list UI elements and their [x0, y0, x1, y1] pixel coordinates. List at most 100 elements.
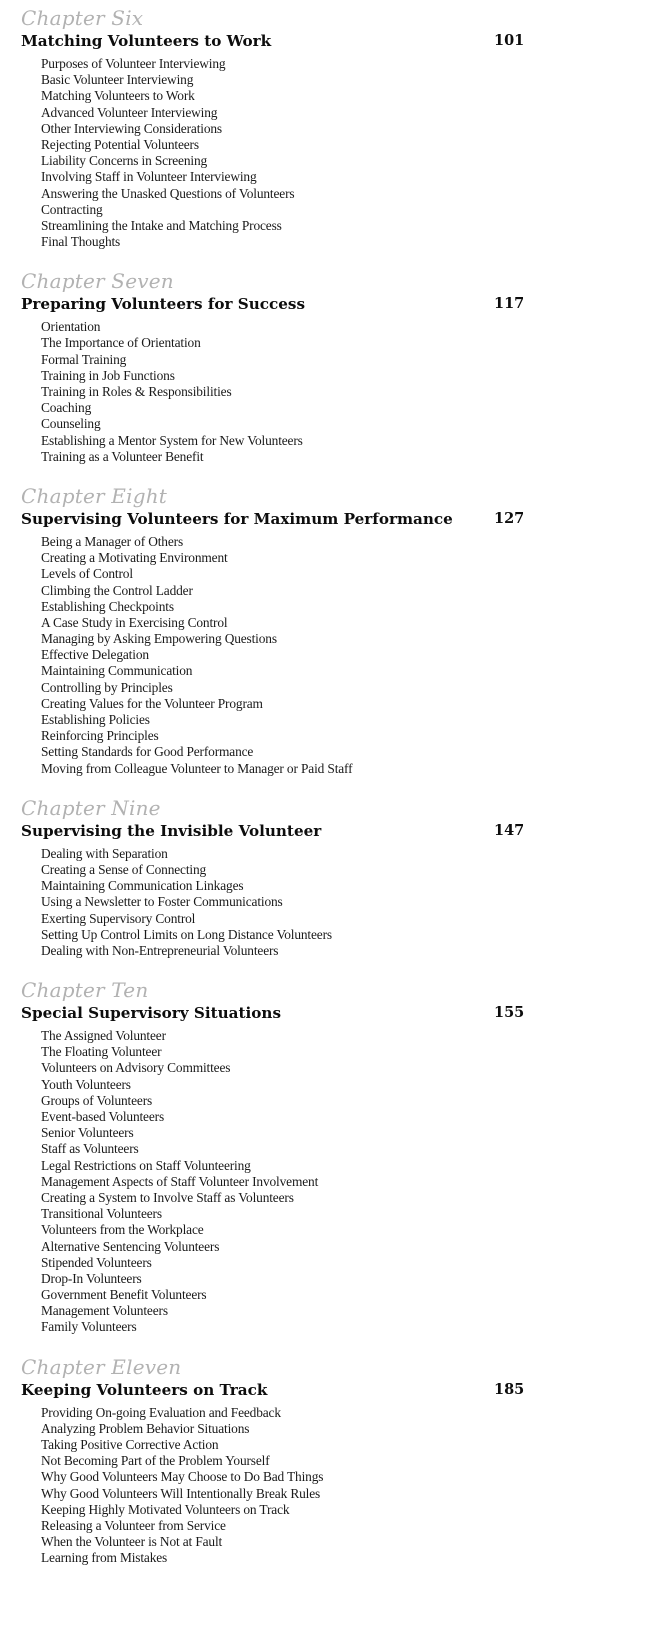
section-item: Maintaining Communication — [41, 663, 193, 679]
section-item: Formal Training — [41, 351, 127, 367]
section-item: Answering the Unasked Questions of Volun… — [41, 185, 295, 201]
section-item: Alternative Sentencing Volunteers — [41, 1238, 220, 1254]
section-list: Dealing with Separation Creating a Sense … — [21, 846, 541, 959]
section-item: Moving from Colleague Volunteer to Manag… — [41, 760, 353, 776]
section-item: Exerting Supervisory Control — [41, 910, 196, 926]
section-item: Dealing with Separation — [41, 845, 168, 861]
section-item: Controlling by Principles — [41, 679, 173, 695]
section-item: The Assigned Volunteer — [41, 1028, 166, 1044]
page-number: 117 — [494, 295, 525, 313]
section-item: Training in Roles & Responsibilities — [41, 384, 232, 399]
page-number: 155 — [494, 1004, 525, 1022]
section-item: Climbing the Control Ladder — [41, 582, 193, 598]
chapter-heading: Supervising the Invisible Volunteer 147 — [21, 820, 541, 846]
section-item: Basic Volunteer Interviewing — [41, 72, 194, 88]
section-item: Involving Staff in Volunteer Interviewin… — [41, 169, 257, 185]
chapter-label: Chapter Eleven — [21, 1354, 182, 1379]
page-number: 147 — [494, 821, 525, 839]
section-item: Managing by Asking Empowering Questions — [41, 631, 277, 647]
section-item: Management Volunteers — [41, 1303, 168, 1319]
section-item: Transitional Volunteers — [41, 1206, 162, 1222]
section-item: Establishing Policies — [41, 712, 150, 727]
section-item: Providing On-going Evaluation and Feedba… — [41, 1404, 281, 1420]
page-number: 101 — [494, 32, 525, 49]
chapter-entry-2: Chapter Seven Preparing Volunteers for S… — [21, 267, 541, 465]
chapter-label: Chapter Eight — [21, 483, 168, 508]
chapter-entry-6: Chapter Eleven Keeping Volunteers on Tra… — [21, 1353, 541, 1567]
chapter-title: Preparing Volunteers for Success — [21, 295, 306, 314]
page-number: 185 — [494, 1380, 525, 1398]
section-item: Creating a Motivating Environment — [41, 550, 228, 566]
section-list: Being a Manager of Others Creating a Moti… — [21, 534, 541, 777]
section-item: Setting Standards for Good Performance — [41, 744, 254, 760]
section-item: Advanced Volunteer Interviewing — [41, 104, 218, 120]
section-item: Volunteers on Advisory Committees — [41, 1060, 231, 1076]
chapter-title: Supervising the Invisible Volunteer — [21, 821, 322, 840]
section-item: Maintaining Communication Linkages — [41, 878, 244, 894]
section-item: Keeping Highly Motivated Volunteers on T… — [41, 1501, 290, 1517]
section-item: Groups of Volunteers — [41, 1092, 153, 1108]
section-item: Matching Volunteers to Work — [41, 88, 195, 104]
section-item: Contracting — [41, 201, 103, 217]
section-item: Learning from Mistakes — [41, 1550, 168, 1566]
section-item: The Floating Volunteer — [41, 1044, 162, 1060]
section-item: Why Good Volunteers Will Intentionally B… — [41, 1485, 321, 1501]
page-number: 127 — [494, 509, 525, 527]
section-item: Dealing with Non-Entrepreneurial Volunte… — [41, 942, 279, 958]
section-item: Taking Positive Corrective Action — [41, 1437, 219, 1452]
section-item: Rejecting Potential Volunteers — [41, 136, 199, 152]
section-item: Staff as Volunteers — [41, 1141, 139, 1157]
section-item: Not Becoming Part of the Problem Yoursel… — [41, 1453, 270, 1469]
section-item: Establishing a Mentor System for New Vol… — [41, 432, 303, 448]
section-item: Legal Restrictions on Staff Volunteering — [41, 1157, 251, 1173]
chapter-entry-4: Chapter Nine Supervising the Invisible V… — [21, 794, 541, 959]
section-item: Stipended Volunteers — [41, 1254, 152, 1270]
section-item: Family Volunteers — [41, 1319, 137, 1335]
section-item: Levels of Control — [41, 566, 133, 582]
section-item: Final Thoughts — [41, 234, 121, 250]
chapter-heading: Keeping Volunteers on Track 185 — [21, 1379, 541, 1405]
section-item: Releasing a Volunteer from Service — [41, 1517, 226, 1533]
section-item: Effective Delegation — [41, 647, 149, 663]
chapter-heading: Special Supervisory Situations 155 — [21, 1002, 541, 1028]
chapter-heading: Preparing Volunteers for Success 117 — [21, 293, 541, 319]
section-item: When the Volunteer is Not at Fault — [41, 1534, 223, 1550]
section-item: Why Good Volunteers May Choose to Do Bad… — [41, 1469, 324, 1485]
chapter-heading: Matching Volunteers to Work 101 — [21, 30, 541, 56]
section-item: Creating Values for the Volunteer Progra… — [41, 695, 263, 711]
section-item: Training in Job Functions — [41, 367, 175, 383]
section-item: Creating a System to Involve Staff as Vo… — [41, 1189, 294, 1205]
section-item: Using a Newsletter to Foster Communicati… — [41, 894, 283, 910]
chapter-title: Matching Volunteers to Work — [21, 32, 272, 50]
section-item: Other Interviewing Considerations — [41, 120, 222, 136]
section-item: The Importance of Orientation — [41, 335, 201, 351]
section-list: Orientation The Importance of Orientation… — [21, 319, 541, 465]
section-item: Training as a Volunteer Benefit — [41, 448, 204, 464]
chapter-entry-3: Chapter Eight Supervising Volunteers for… — [21, 482, 541, 777]
chapter-label: Chapter Nine — [21, 795, 161, 820]
section-list: Purposes of Volunteer Interviewing Basic … — [21, 56, 541, 250]
section-item: Government Benefit Volunteers — [41, 1287, 207, 1303]
section-item: Creating a Sense of Connecting — [41, 861, 207, 877]
section-item: A Case Study in Exercising Control — [41, 614, 228, 630]
section-item: Youth Volunteers — [41, 1076, 131, 1092]
chapter-title: Special Supervisory Situations — [21, 1004, 281, 1023]
section-item: Analyzing Problem Behavior Situations — [41, 1420, 250, 1436]
chapter-label: Chapter Seven — [21, 269, 174, 294]
section-item: Purposes of Volunteer Interviewing — [41, 56, 226, 71]
chapter-entry-5: Chapter Ten Special Supervisory Situatio… — [21, 976, 541, 1336]
section-item: Volunteers from the Workplace — [41, 1222, 204, 1238]
section-item: Counseling — [41, 416, 101, 432]
table-of-contents: Chapter Six Matching Volunteers to Work … — [21, 4, 541, 1567]
chapter-entry-1: Chapter Six Matching Volunteers to Work … — [21, 4, 541, 250]
chapter-label: Chapter Ten — [21, 978, 149, 1003]
section-item: Setting Up Control Limits on Long Distan… — [41, 926, 332, 942]
section-item: Establishing Checkpoints — [41, 598, 174, 614]
section-item: Liability Concerns in Screening — [41, 153, 208, 169]
section-item: Event-based Volunteers — [41, 1109, 165, 1124]
section-item: Streamlining the Intake and Matching Pro… — [41, 217, 282, 233]
section-item: Coaching — [41, 400, 92, 416]
chapter-title: Supervising Volunteers for Maximum Perfo… — [21, 509, 453, 528]
section-item: Senior Volunteers — [41, 1125, 134, 1141]
section-item: Orientation — [41, 319, 101, 335]
